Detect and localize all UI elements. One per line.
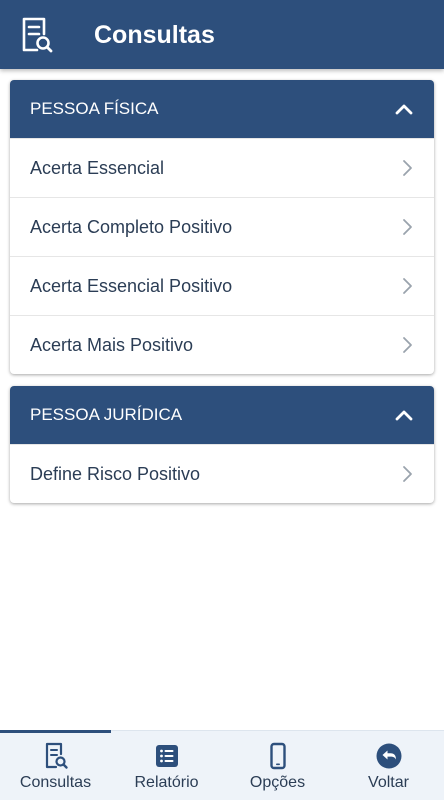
section-title: PESSOA FÍSICA bbox=[30, 99, 159, 118]
phone-icon bbox=[269, 742, 286, 770]
document-search-icon bbox=[45, 742, 68, 769]
list-item-label: Acerta Completo Positivo bbox=[30, 216, 233, 237]
section-title: PESSOA JURÍDICA bbox=[30, 405, 183, 424]
nav-label: Consultas bbox=[19, 774, 92, 791]
document-search-icon bbox=[20, 16, 54, 54]
chevron-right-icon bbox=[403, 278, 412, 294]
chevron-right-icon bbox=[403, 337, 412, 353]
list-item-acerta-essencial-positivo[interactable]: Acerta Essencial Positivo bbox=[10, 256, 434, 315]
section-pessoa-juridica: PESSOA JURÍDICA Define Risco Positivo bbox=[10, 386, 434, 503]
bottom-nav: Consultas Relatório Opções Voltar bbox=[0, 730, 444, 800]
nav-item-voltar[interactable]: Voltar bbox=[333, 731, 444, 800]
section-header-pessoa-juridica[interactable]: PESSOA JURÍDICA bbox=[10, 386, 434, 444]
nav-label: Opções bbox=[249, 774, 306, 791]
list-item-define-risco-positivo[interactable]: Define Risco Positivo bbox=[10, 444, 434, 503]
list-item-acerta-mais-positivo[interactable]: Acerta Mais Positivo bbox=[10, 315, 434, 374]
list-item-label: Define Risco Positivo bbox=[30, 463, 201, 484]
back-arrow-icon bbox=[376, 743, 401, 769]
list-icon bbox=[155, 745, 178, 767]
section-pessoa-fisica: PESSOA FÍSICA Acerta Essencial Acerta Co… bbox=[10, 80, 434, 374]
nav-label: Relatório bbox=[134, 774, 199, 791]
chevron-right-icon bbox=[403, 160, 412, 176]
list-item-acerta-essencial[interactable]: Acerta Essencial bbox=[10, 138, 434, 197]
section-header-pessoa-fisica[interactable]: PESSOA FÍSICA bbox=[10, 80, 434, 138]
chevron-right-icon bbox=[403, 219, 412, 235]
nav-label: Voltar bbox=[368, 774, 409, 791]
list-item-label: Acerta Mais Positivo bbox=[30, 334, 194, 355]
list-item-acerta-completo-positivo[interactable]: Acerta Completo Positivo bbox=[10, 197, 434, 256]
chevron-right-icon bbox=[403, 466, 412, 482]
list-item-label: Acerta Essencial bbox=[30, 157, 165, 178]
nav-item-consultas[interactable]: Consultas bbox=[0, 730, 111, 800]
chevron-up-icon bbox=[395, 104, 413, 115]
nav-item-opcoes[interactable]: Opções bbox=[222, 731, 333, 800]
nav-item-relatorio[interactable]: Relatório bbox=[111, 731, 222, 800]
list-item-label: Acerta Essencial Positivo bbox=[30, 275, 233, 296]
app-header: Consultas bbox=[0, 0, 444, 69]
chevron-up-icon bbox=[395, 410, 413, 421]
page-title: Consultas bbox=[94, 21, 215, 49]
